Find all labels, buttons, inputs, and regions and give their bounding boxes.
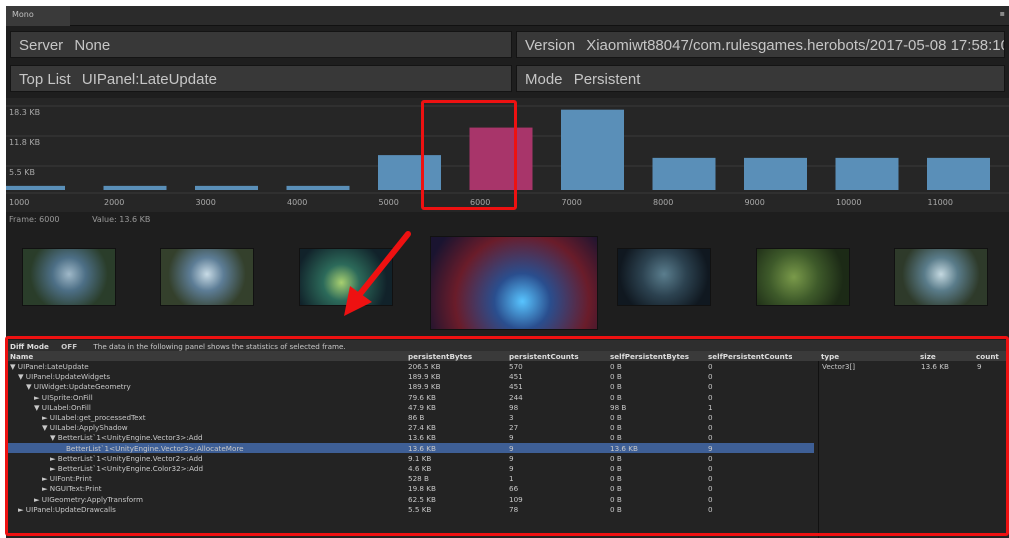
chart-bar[interactable]: [835, 157, 899, 190]
screenshot-strip: [6, 228, 1009, 338]
frame-number: Frame: 6000: [9, 215, 60, 224]
mode-field[interactable]: Mode Persistent: [516, 65, 1005, 92]
x-tick-label: 7000: [562, 198, 582, 207]
y-tick-label: 5.5 KB: [9, 168, 35, 177]
selected-bar-highlight: [421, 100, 517, 210]
version-label: Version: [525, 37, 576, 54]
version-field[interactable]: Version Xiaomiwt88047/com.rulesgames.her…: [516, 31, 1005, 58]
x-tick-label: 3000: [196, 198, 216, 207]
frame-value: Value: 13.6 KB: [92, 215, 151, 224]
chart-bar[interactable]: [927, 157, 990, 190]
chart-bar[interactable]: [561, 109, 624, 190]
annotation-arrow: [344, 231, 411, 316]
panel-highlight: [5, 336, 1009, 536]
frame-thumbnail[interactable]: [617, 248, 711, 306]
selected-frame-thumbnail[interactable]: [430, 236, 598, 330]
x-tick-label: 1000: [9, 198, 29, 207]
x-tick-label: 10000: [836, 198, 861, 207]
tab-mono[interactable]: Mono: [6, 6, 70, 26]
window-menu-icon[interactable]: ▪: [1000, 9, 1005, 18]
x-tick-label: 9000: [745, 198, 765, 207]
frame-thumbnail[interactable]: [894, 248, 988, 306]
frame-thumbnail[interactable]: [22, 248, 116, 306]
x-tick-label: 5000: [379, 198, 399, 207]
frame-thumbnail[interactable]: [160, 248, 254, 306]
tab-bar: Mono ▪: [6, 6, 1009, 26]
x-tick-label: 11000: [928, 198, 953, 207]
server-field[interactable]: Server None: [10, 31, 512, 58]
chart-bar[interactable]: [652, 157, 716, 190]
server-label: Server: [19, 37, 64, 54]
x-tick-label: 4000: [287, 198, 307, 207]
mode-value: Persistent: [573, 71, 641, 88]
mode-label: Mode: [525, 71, 563, 88]
x-tick-label: 8000: [653, 198, 673, 207]
top-list-value: UIPanel:LateUpdate: [81, 71, 217, 88]
server-value: None: [74, 37, 111, 54]
version-value: Xiaomiwt88047/com.rulesgames.herobots/20…: [586, 37, 1005, 54]
chart-bar[interactable]: [103, 185, 167, 190]
y-tick-label: 11.8 KB: [9, 138, 40, 147]
top-list-field[interactable]: Top List UIPanel:LateUpdate: [10, 65, 512, 92]
chart-bar[interactable]: [195, 185, 258, 190]
y-tick-label: 18.3 KB: [9, 108, 40, 117]
top-list-label: Top List: [19, 71, 71, 88]
chart-bar[interactable]: [744, 157, 807, 190]
frame-thumbnail[interactable]: [756, 248, 850, 306]
chart-bar[interactable]: [286, 185, 350, 190]
x-tick-label: 2000: [104, 198, 124, 207]
chart-bar[interactable]: [6, 185, 65, 190]
frame-info: Frame: 6000 Value: 13.6 KB: [9, 215, 180, 224]
